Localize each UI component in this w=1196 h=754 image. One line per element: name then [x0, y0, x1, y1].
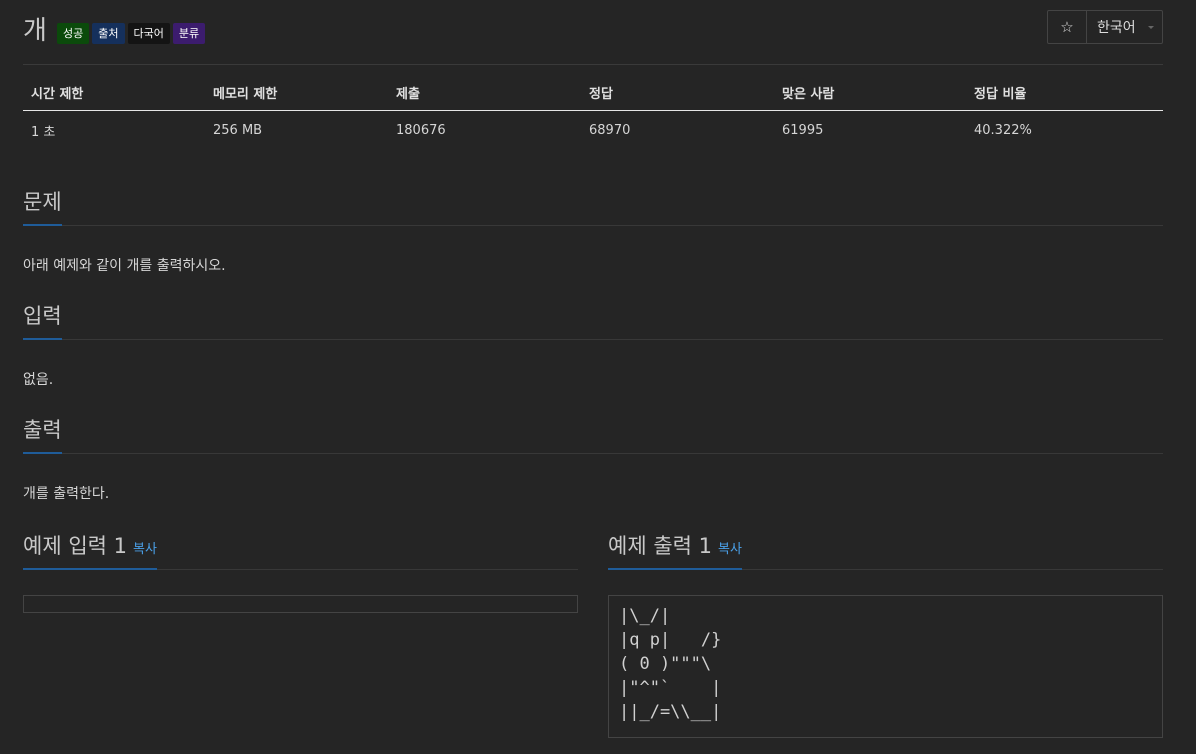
input-description: 없음. [23, 372, 54, 388]
problem-description: 아래 예제와 같이 개를 출력하시오. [23, 258, 226, 274]
value-accepted[interactable]: 68970 [581, 111, 774, 141]
table-header-row: 시간 제한 메모리 제한 제출 정답 맞은 사람 정답 비율 [23, 82, 1163, 111]
value-time-limit: 1 초 [31, 125, 56, 140]
problem-info-table: 시간 제한 메모리 제한 제출 정답 맞은 사람 정답 비율 1 초 256 M… [23, 82, 1163, 140]
section-title-input: 입력 [23, 300, 62, 340]
header-submissions: 제출 [388, 82, 581, 111]
language-dropdown[interactable]: 한국어 [1087, 11, 1162, 43]
badge-classification[interactable]: 분류 [172, 23, 206, 44]
sample-output-box: |\_/| |q p| /} ( 0 )"""\ |"^"` | ||_/=\\… [608, 595, 1163, 738]
sample-input-box [23, 595, 578, 613]
badge-group: 성공 출처 다국어 분류 [57, 23, 206, 44]
sample-output-content: |\_/| |q p| /} ( 0 )"""\ |"^"` | ||_/=\\… [619, 606, 722, 722]
badge-source[interactable]: 출처 [92, 23, 125, 44]
favorite-button[interactable]: ☆ [1048, 11, 1087, 43]
table-row: 1 초 256 MB 180676 68970 61995 40.322% [23, 111, 1163, 141]
header-button-group: ☆ 한국어 [1047, 10, 1163, 44]
caret-down-icon [1148, 26, 1154, 29]
section-title-output: 출력 [23, 414, 62, 454]
value-memory-limit: 256 MB [213, 123, 263, 138]
sample-output-heading: 예제 출력 1 복사 [608, 530, 1163, 570]
section-title-problem: 문제 [23, 186, 62, 226]
sample-input-title: 예제 입력 1 [23, 534, 127, 558]
value-submissions[interactable]: 180676 [388, 111, 581, 141]
badge-multilang[interactable]: 다국어 [127, 23, 170, 44]
value-accuracy: 40.322% [974, 123, 1032, 138]
header-solved-users: 맞은 사람 [774, 82, 966, 111]
section-heading-output: 출력 [23, 414, 1163, 454]
sample-output-panel: 예제 출력 1 복사 |\_/| |q p| /} ( 0 )"""\ |"^"`… [608, 530, 1163, 738]
header-memory-limit: 메모리 제한 [205, 82, 388, 111]
copy-input-button[interactable]: 복사 [133, 542, 157, 557]
header-accepted: 정답 [581, 82, 774, 111]
header-time-limit: 시간 제한 [23, 82, 205, 111]
value-solved-users[interactable]: 61995 [774, 111, 966, 141]
sample-input-heading: 예제 입력 1 복사 [23, 530, 578, 570]
output-description: 개를 출력한다. [23, 486, 110, 502]
header-accuracy: 정답 비율 [966, 82, 1163, 111]
sample-output-title: 예제 출력 1 [608, 534, 712, 558]
language-label: 한국어 [1097, 20, 1136, 36]
section-heading-problem: 문제 [23, 186, 1163, 226]
problem-header: 개 성공 출처 다국어 분류 ☆ 한국어 [23, 0, 1163, 65]
copy-output-button[interactable]: 복사 [718, 542, 742, 557]
page-title: 개 [23, 16, 47, 46]
section-heading-input: 입력 [23, 300, 1163, 340]
star-icon: ☆ [1060, 18, 1074, 36]
sample-input-panel: 예제 입력 1 복사 [23, 530, 578, 613]
badge-success[interactable]: 성공 [57, 23, 90, 44]
